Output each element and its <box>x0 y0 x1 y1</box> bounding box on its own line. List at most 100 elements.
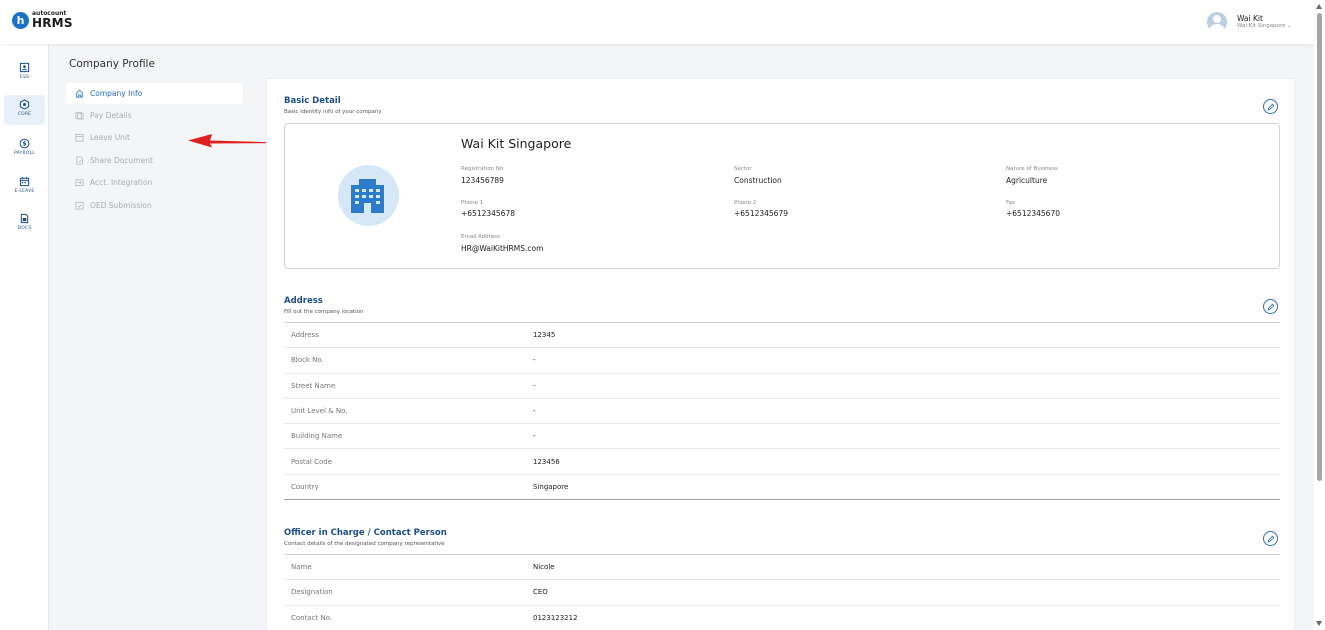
app-logo[interactable]: h autocount HRMS <box>12 11 73 29</box>
top-bar: h autocount HRMS Wai Kit Wai Kit Singapo… <box>0 0 1314 44</box>
avatar <box>1207 12 1227 32</box>
subnav-label: Pay Details <box>90 111 132 120</box>
phone1-value: +6512345678 <box>461 209 516 218</box>
basic-detail-box: Wai Kit Singapore Registration No 123456… <box>284 123 1280 269</box>
logo-product: HRMS <box>32 16 73 30</box>
registration-value: 123456789 <box>461 176 504 185</box>
row-label: Designation <box>291 588 333 597</box>
rail-label-core: CORE <box>17 112 32 117</box>
table-row: Block No. - <box>284 348 1280 374</box>
table-row: Unit Level & No. - <box>284 399 1280 425</box>
module-rail: ESS CORE $ PAYROLL E-LEAVE DOCS <box>0 44 49 630</box>
rail-label-docs: DOCS <box>17 226 32 231</box>
pay-icon <box>75 111 84 120</box>
registration-label: Registration No <box>461 166 504 172</box>
share-icon <box>76 156 84 165</box>
rail-item-docs[interactable]: DOCS <box>4 209 45 239</box>
rail-label-ess: ESS <box>19 75 30 80</box>
table-row: Postal Code 123456 <box>284 449 1280 475</box>
rail-label-eleave: E-LEAVE <box>14 189 35 194</box>
subnav-item-share-document[interactable]: Share Document <box>66 150 243 171</box>
nature-label: Nature of Business <box>1006 166 1058 172</box>
row-label: Block No. <box>291 356 324 365</box>
submission-icon <box>75 201 84 210</box>
leave-icon <box>75 133 84 142</box>
table-row: Country Singapore <box>284 475 1280 501</box>
address-title: Address <box>284 296 323 306</box>
fax-value: +6512345670 <box>1006 209 1061 218</box>
subnav-label: Acct. Integration <box>90 178 153 187</box>
subnav-item-oed-submission[interactable]: OED Submission <box>66 195 243 216</box>
row-value: CEO <box>533 588 548 597</box>
pencil-icon <box>1266 535 1274 543</box>
svg-text:$: $ <box>22 141 26 148</box>
company-info-card: Basic Detail Basic identity info of your… <box>266 78 1295 630</box>
page-title: Company Profile <box>69 58 155 70</box>
officer-subtitle: Contact details of the designated compan… <box>284 541 445 547</box>
subnav-label: Leave Unit <box>90 133 130 142</box>
sector-label: Sector <box>734 166 752 172</box>
row-value: 12345 <box>533 331 556 340</box>
row-label: Unit Level & No. <box>291 407 348 416</box>
row-label: Contact No. <box>291 613 333 622</box>
subnav-item-acct-integration[interactable]: Acct. Integration <box>66 172 243 193</box>
user-company: Wai Kit Singapore ⌄ <box>1237 23 1292 30</box>
company-name: Wai Kit Singapore <box>461 136 572 151</box>
email-label: Email Address <box>461 234 500 240</box>
edit-officer-button[interactable] <box>1263 531 1278 546</box>
scroll-down-icon[interactable] <box>1316 621 1322 626</box>
row-label: Building Name <box>291 432 343 441</box>
subnav-label: OED Submission <box>90 201 152 210</box>
phone2-value: +6512345679 <box>734 209 789 218</box>
row-value: 0123123212 <box>533 613 578 622</box>
edit-basic-detail-button[interactable] <box>1263 99 1278 114</box>
row-value: - <box>533 356 536 365</box>
pencil-icon <box>1266 103 1274 111</box>
subnav-label: Share Document <box>90 156 153 165</box>
rail-item-payroll[interactable]: $ PAYROLL <box>4 134 45 164</box>
subnav-item-pay-details[interactable]: Pay Details <box>66 105 243 126</box>
row-label: Postal Code <box>291 457 333 466</box>
basic-detail-subtitle: Basic identity info of your company <box>284 109 382 115</box>
sector-value: Construction <box>734 176 782 185</box>
rail-item-eleave[interactable]: E-LEAVE <box>4 172 45 202</box>
table-row: Street Name - <box>284 374 1280 399</box>
subnav-item-company-info[interactable]: Company Info <box>66 83 243 104</box>
officer-title: Officer in Charge / Contact Person <box>284 528 447 538</box>
row-value: - <box>533 407 536 416</box>
row-label: Address <box>291 331 319 340</box>
row-value: 123456 <box>533 457 560 466</box>
fax-label: Fax <box>1006 200 1016 206</box>
logo-mark: h <box>12 11 29 29</box>
company-icon <box>75 89 84 98</box>
payroll-icon: $ <box>19 138 30 149</box>
subnav-label: Company Info <box>90 89 143 98</box>
nature-value: Agriculture <box>1006 176 1048 185</box>
row-label: Street Name <box>291 381 336 390</box>
rail-label-payroll: PAYROLL <box>14 151 35 156</box>
scroll-thumb[interactable] <box>1317 13 1322 481</box>
row-label: Name <box>291 563 312 572</box>
rail-item-core[interactable]: CORE <box>4 95 45 125</box>
page-scrollbar[interactable] <box>1314 0 1325 630</box>
row-label: Country <box>291 482 319 491</box>
table-row: Contact No. 0123123212 <box>284 606 1280 630</box>
docs-icon <box>20 213 29 224</box>
rail-item-ess[interactable]: ESS <box>4 58 45 88</box>
phone1-label: Phone 1 <box>461 200 484 206</box>
pencil-icon <box>1266 303 1274 311</box>
row-value: - <box>533 432 536 441</box>
address-table: Address 12345 Block No. - Street Name - Uni… <box>284 322 1280 501</box>
officer-table: Name Nicole Designation CEO Contact No. 012… <box>284 554 1280 630</box>
basic-detail-title: Basic Detail <box>284 96 341 106</box>
address-subtitle: Fill out the company location <box>284 309 364 315</box>
edit-address-button[interactable] <box>1263 299 1278 314</box>
integration-icon <box>75 179 84 187</box>
ess-icon <box>19 62 30 73</box>
table-row: Designation CEO <box>284 580 1280 606</box>
building-icon <box>351 179 384 213</box>
phone2-label: Phone 2 <box>734 200 757 206</box>
user-menu[interactable]: Wai Kit Wai Kit Singapore ⌄ <box>1207 12 1292 32</box>
scroll-up-icon[interactable] <box>1316 4 1322 9</box>
row-value: Nicole <box>533 563 555 572</box>
